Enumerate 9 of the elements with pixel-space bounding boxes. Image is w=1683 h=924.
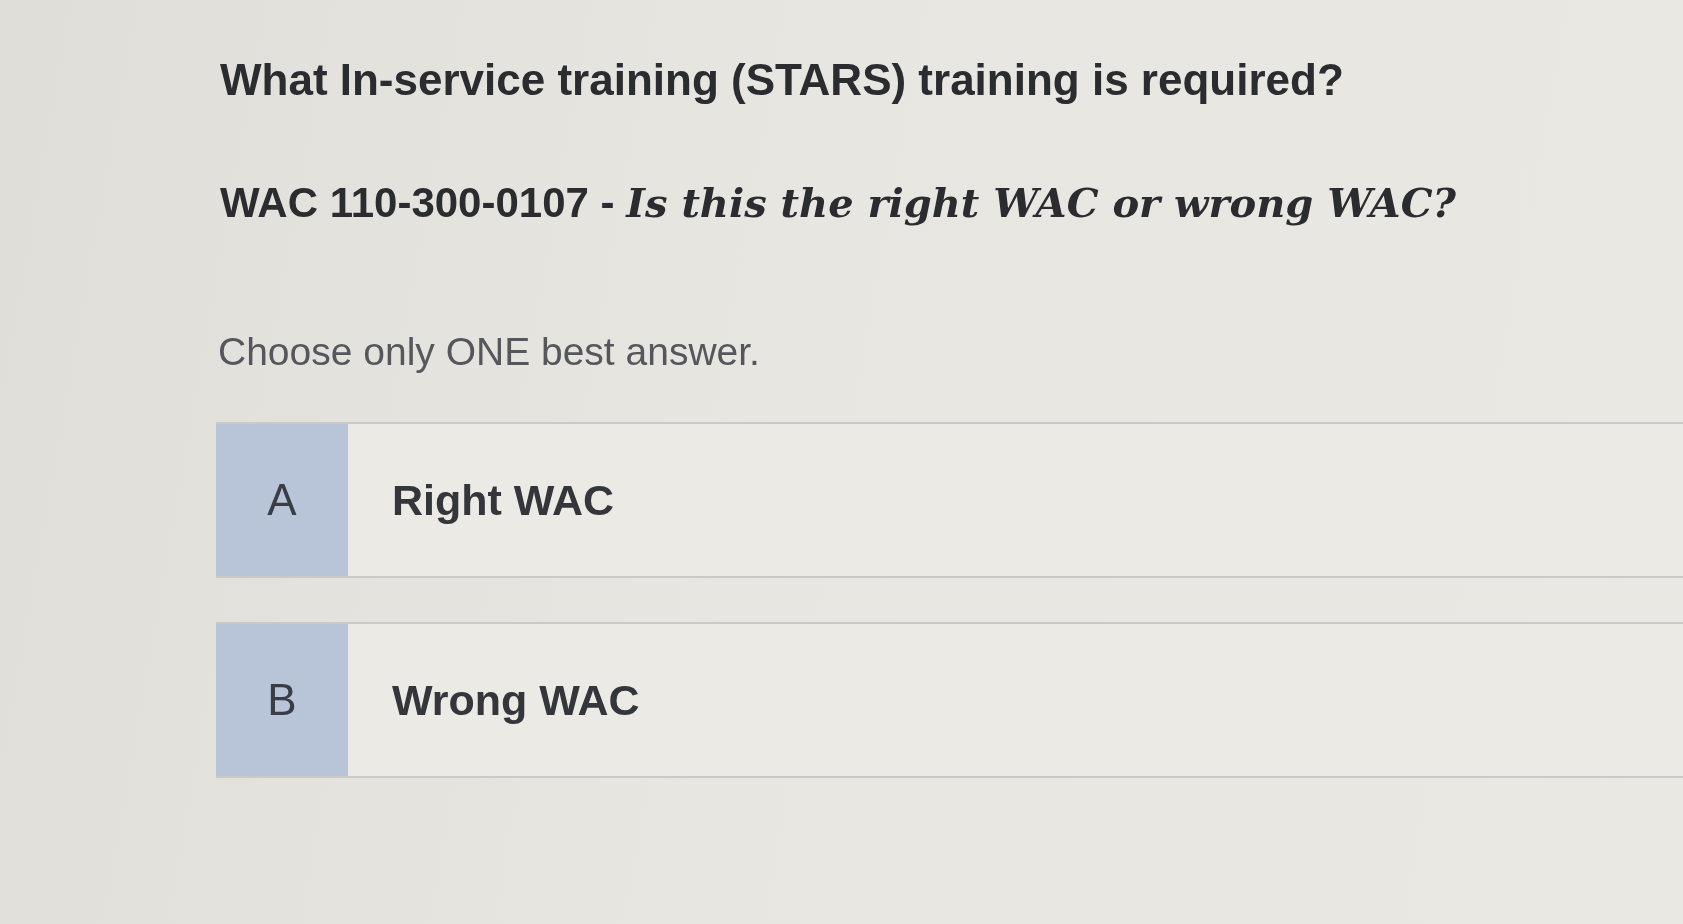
option-label: Right WAC — [391, 474, 615, 526]
option-label: Wrong WAC — [391, 674, 640, 726]
question-title: What In-service training (STARS) training is required? — [220, 54, 1345, 106]
option-letter: B — [216, 624, 348, 776]
question-prompt: WAC 110-300-0107 - Is this the right WAC or wrong WAC? — [220, 177, 1457, 228]
answer-option[interactable]: B Wrong WAC — [216, 622, 1683, 778]
option-letter: A — [216, 424, 348, 576]
answer-instruction: Choose only ONE best answer. — [218, 329, 761, 376]
answer-option[interactable]: A Right WAC — [216, 422, 1683, 578]
